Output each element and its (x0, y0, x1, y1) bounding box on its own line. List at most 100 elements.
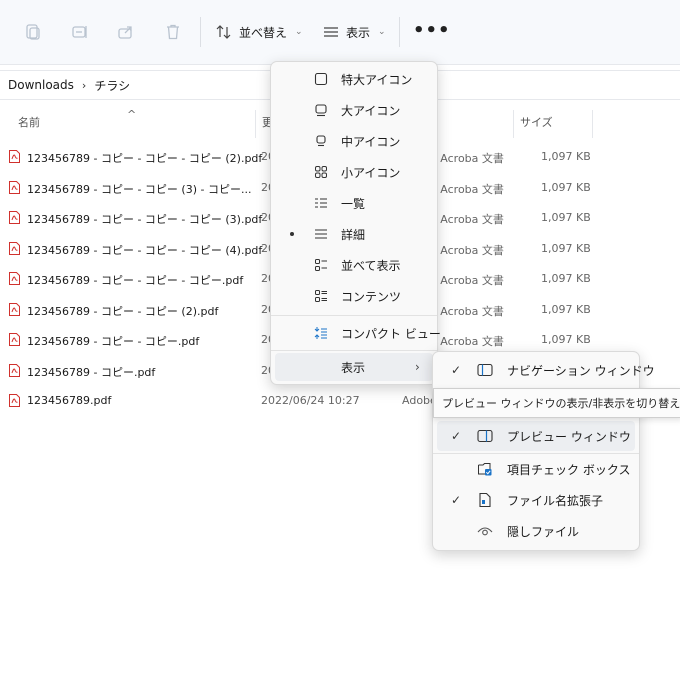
rename-button[interactable] (68, 20, 92, 44)
menu-item-extra-large-icons[interactable]: 特大アイコン (275, 64, 433, 94)
toolbar-divider (200, 17, 201, 47)
menu-item-label: 大アイコン (341, 103, 401, 118)
menu-item-content[interactable]: コンテンツ (275, 281, 433, 311)
file-name: 123456789 - コピー - コピー.pdf (27, 335, 200, 348)
show-submenu: ✓ ナビゲーション ウィンドウ ✓ プレビュー ウィンドウ 項目チェック ボック… (432, 351, 655, 551)
menu-item-label: コンパクト ビュー (341, 326, 441, 341)
delete-button[interactable] (161, 20, 185, 44)
view-menu-button[interactable]: 表示 ⌄ (322, 20, 386, 44)
file-name: 123456789.pdf (27, 394, 112, 407)
menu-item-label: 小アイコン (341, 165, 401, 180)
copy-icon (26, 24, 40, 40)
eye-icon (477, 523, 493, 539)
chevron-right-icon: › (415, 360, 420, 374)
menu-item-label: 表示 (341, 360, 366, 375)
menu-item-large-icons[interactable]: 大アイコン (275, 95, 433, 125)
menu-item-label: 詳細 (341, 227, 366, 242)
pdf-file-icon (9, 333, 20, 346)
details-icon (313, 226, 329, 242)
menu-item-label: 並べて表示 (341, 258, 401, 273)
submenu-item-label: 項目チェック ボックス (507, 462, 631, 477)
tooltip: プレビュー ウィンドウの表示/非表示を切り替えます。 (433, 388, 680, 418)
pdf-file-icon (9, 211, 20, 224)
submenu-item-label: プレビュー ウィンドウ (507, 429, 631, 444)
submenu-item-navigation-pane[interactable]: ✓ ナビゲーション ウィンドウ (437, 355, 655, 385)
file-name: 123456789 - コピー - コピー - コピー (2).pdf (27, 152, 263, 165)
view-label: 表示 (346, 25, 371, 40)
pdf-file-icon (9, 394, 20, 407)
file-size: 1,097 KB (541, 272, 591, 285)
file-size: 1,097 KB (541, 241, 591, 255)
breadcrumb-item[interactable]: チラシ (94, 77, 130, 94)
share-button[interactable] (114, 20, 138, 44)
menu-divider (271, 315, 437, 316)
small-icons-icon (313, 164, 329, 180)
toolbar-divider (399, 17, 400, 47)
file-name: 123456789 - コピー - コピー - コピー.pdf (27, 274, 244, 287)
checkmark-icon: ✓ (451, 493, 462, 507)
content-icon (313, 288, 329, 304)
file-size: 1,097 KB (541, 180, 591, 194)
menu-item-details[interactable]: 詳細 (275, 219, 433, 249)
copy-button[interactable] (21, 20, 45, 44)
column-header-name[interactable]: 名前 (18, 114, 40, 138)
column-divider[interactable] (513, 110, 514, 138)
item-checkbox-icon (477, 461, 493, 477)
chevron-down-icon: ⌄ (295, 27, 303, 37)
command-bar: 並べ替え ⌄ 表示 ⌄ ••• (0, 0, 680, 65)
pdf-file-icon (9, 363, 20, 377)
checkmark-icon: ✓ (451, 429, 462, 443)
menu-item-small-icons[interactable]: 小アイコン (275, 157, 433, 187)
preview-pane-icon (477, 428, 493, 444)
extra-large-icons-icon (313, 71, 329, 87)
file-date: 2022/06/24 10:27 (261, 394, 360, 407)
more-options-button[interactable]: ••• (413, 20, 451, 41)
menu-divider (271, 350, 437, 351)
menu-item-compact-view[interactable]: コンパクト ビュー (275, 318, 441, 348)
sort-ascending-icon: ^ (127, 108, 137, 121)
file-name: 123456789 - コピー - コピー (2).pdf (27, 304, 219, 318)
large-icons-icon (313, 102, 329, 118)
submenu-item-checkboxes[interactable]: 項目チェック ボックス (437, 454, 635, 484)
pdf-file-icon (9, 180, 20, 194)
submenu-item-hidden-files[interactable]: 隠しファイル (437, 516, 635, 546)
menu-item-show[interactable]: 表示 › (275, 353, 433, 381)
trash-icon (167, 24, 179, 40)
file-name: 123456789 - コピー - コピー - コピー (3).pdf (27, 213, 263, 226)
menu-item-label: 中アイコン (341, 134, 401, 149)
selected-bullet-icon (290, 232, 294, 236)
breadcrumb-item[interactable]: Downloads (8, 78, 74, 92)
menu-item-label: コンテンツ (341, 289, 402, 304)
menu-item-medium-icons[interactable]: 中アイコン (275, 126, 433, 156)
submenu-item-preview-pane[interactable]: ✓ プレビュー ウィンドウ (437, 421, 635, 451)
file-size: 1,097 KB (541, 333, 591, 346)
submenu-item-label: 隠しファイル (507, 524, 580, 539)
chevron-right-icon: › (81, 78, 87, 92)
list-icon (313, 195, 329, 211)
column-header-size[interactable]: サイズ (520, 114, 553, 138)
column-divider[interactable] (255, 110, 256, 138)
sort-label: 並べ替え (239, 25, 288, 40)
sort-icon (216, 25, 231, 39)
tiles-icon (313, 257, 329, 273)
submenu-item-label: ファイル名拡張子 (507, 493, 604, 508)
menu-item-list[interactable]: 一覧 (275, 188, 433, 218)
file-name: 123456789 - コピー - コピー (3) - コピー... (27, 182, 252, 196)
share-icon (118, 26, 132, 39)
navigation-pane-icon (477, 362, 493, 378)
chevron-down-icon: ⌄ (378, 27, 386, 37)
pdf-file-icon (9, 302, 20, 316)
file-extension-icon (477, 492, 493, 508)
checkmark-icon: ✓ (451, 363, 462, 377)
pdf-file-icon (9, 150, 20, 163)
sort-menu-button[interactable]: 並べ替え ⌄ (215, 20, 303, 44)
menu-item-tiles[interactable]: 並べて表示 (275, 250, 433, 280)
compact-view-icon (313, 325, 329, 341)
menu-item-label: 特大アイコン (341, 72, 413, 87)
view-dropdown-menu: 特大アイコン 大アイコン 中アイコン 小アイコン 一覧 詳細 並べて表示 コンテ… (270, 61, 441, 385)
submenu-item-label: ナビゲーション ウィンドウ (507, 363, 655, 378)
column-divider[interactable] (592, 110, 593, 138)
file-name: 123456789 - コピー.pdf (27, 365, 156, 379)
submenu-item-file-extensions[interactable]: ✓ ファイル名拡張子 (437, 485, 635, 515)
rename-icon (72, 26, 87, 38)
